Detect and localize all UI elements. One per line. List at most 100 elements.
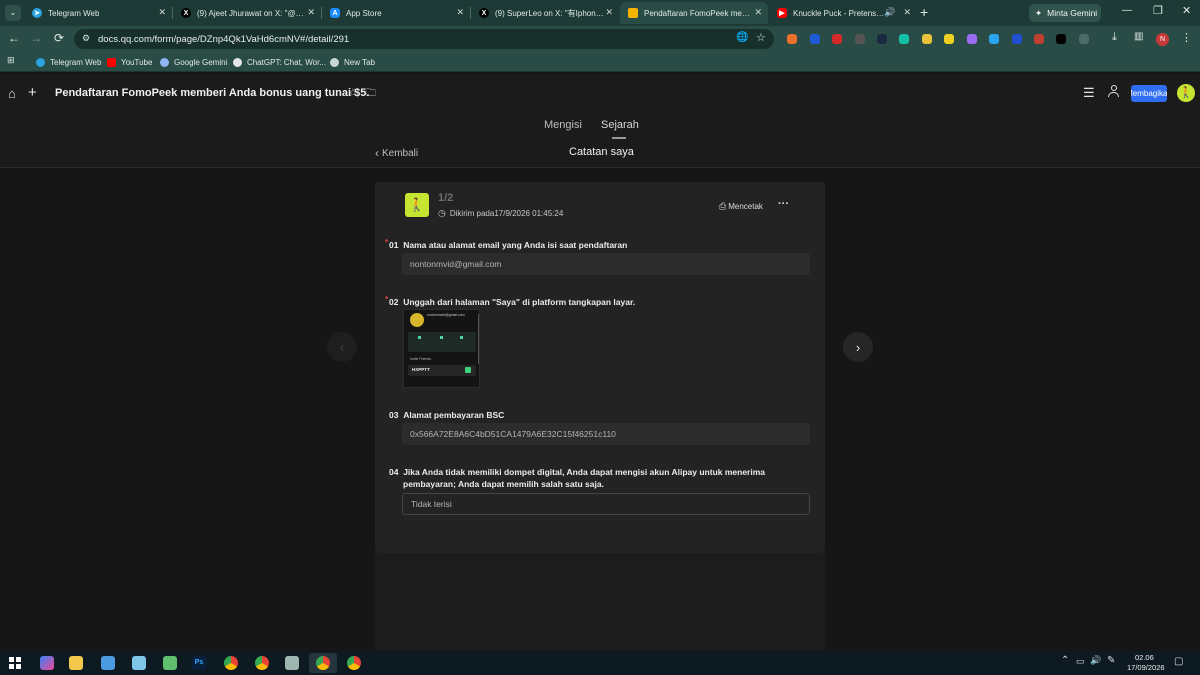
close-tab-icon[interactable]: ✕ <box>903 7 911 18</box>
photoshop-icon[interactable]: Ps <box>192 656 206 670</box>
audio-icon[interactable]: 🔊 <box>884 7 895 18</box>
menu-icon[interactable]: ☰ <box>1083 85 1095 101</box>
tab-mengisi[interactable]: Mengisi <box>544 119 582 131</box>
bookmark-item[interactable]: New Tab <box>330 55 375 69</box>
extension-icon[interactable] <box>855 34 865 44</box>
site-info-icon[interactable]: ⚙ <box>82 33 90 44</box>
star-icon[interactable]: ☆ <box>348 86 358 99</box>
tab-sejarah[interactable]: Sejarah <box>601 119 639 131</box>
folder-icon[interactable]: 🗀 <box>366 86 376 103</box>
page-title: Catatan saya <box>569 146 634 158</box>
card-bottom-area <box>375 553 825 653</box>
bookmark-item[interactable]: Telegram Web <box>36 55 101 69</box>
user-icon[interactable] <box>1108 85 1120 98</box>
file-explorer-icon[interactable] <box>69 656 83 670</box>
back-link[interactable]: ‹ Kembali <box>375 146 418 160</box>
browser-tab-strip: ⌄ ➤ Telegram Web ✕ X (9) Ajeet Jhurawat … <box>0 0 1200 26</box>
answer-field: 0x566A72E8A6C4bD51CA1479A6E32C15f46251c1… <box>402 423 810 445</box>
bookmark-item[interactable]: ChatGPT: Chat, Wor... <box>233 55 326 69</box>
docs-icon <box>628 8 638 18</box>
app-icon[interactable] <box>163 656 177 670</box>
youtube-icon <box>107 57 116 67</box>
browser-tab-active[interactable]: Pendaftaran FomoPeek membe ✕ <box>620 2 768 24</box>
record-index: 1/2 <box>438 192 454 204</box>
browser-tab[interactable]: A App Store ✕ <box>322 2 470 24</box>
clock-date[interactable]: 17/09/2026 <box>1127 663 1165 672</box>
close-window-button[interactable]: ✕ <box>1182 4 1191 17</box>
chrome-menu-icon[interactable]: ⋮ <box>1181 31 1192 44</box>
windows-start-icon[interactable] <box>9 657 21 669</box>
network-icon[interactable]: ▭ <box>1076 656 1085 667</box>
avatar[interactable]: 🚶 <box>1177 84 1195 102</box>
minimize-button[interactable]: — <box>1122 5 1132 16</box>
maximize-button[interactable]: ❐ <box>1153 4 1163 17</box>
gemini-button[interactable]: ✦ Minta Gemini <box>1029 4 1101 22</box>
clock-time[interactable]: 02.06 <box>1135 653 1154 662</box>
x-extension-icon[interactable] <box>1056 34 1066 44</box>
next-record-button[interactable]: › <box>843 332 873 362</box>
thumbnail-email: nontonmvid@gmail.com <box>427 313 465 317</box>
close-tab-icon[interactable]: ✕ <box>158 7 166 18</box>
submitted-time: ◷ Dikirim pada17/9/2026 01:45:24 <box>438 208 564 218</box>
apps-grid-icon[interactable]: ⊞ <box>7 55 15 66</box>
browser-toolbar: ← → ⟳ ⚙ docs.qq.com/form/page/DZnp4Qk1Va… <box>0 26 1200 52</box>
extension-icon[interactable] <box>877 34 887 44</box>
home-icon[interactable]: ⌂ <box>8 86 16 101</box>
browser-tab[interactable]: ➤ Telegram Web ✕ <box>24 2 172 24</box>
sidebar-icon[interactable]: ▥ <box>1134 31 1143 42</box>
app-icon[interactable] <box>285 656 299 670</box>
chrome-icon[interactable] <box>316 656 330 670</box>
chrome-icon[interactable] <box>347 656 361 670</box>
add-icon[interactable]: + <box>28 84 37 101</box>
telegram-icon: ➤ <box>32 8 42 18</box>
browser-tab[interactable]: ▶ Knuckle Puck - Pretense (Of 🔊 ✕ <box>769 2 917 24</box>
chrome-icon[interactable] <box>224 656 238 670</box>
more-options-button[interactable]: ··· <box>778 198 789 210</box>
app-icon[interactable] <box>132 656 146 670</box>
extension-icon[interactable] <box>787 34 797 44</box>
close-tab-icon[interactable]: ✕ <box>754 7 762 18</box>
print-button[interactable]: ⎙ Mencetak <box>719 201 763 212</box>
copilot-icon[interactable] <box>40 656 54 670</box>
download-icon[interactable]: ⤓ <box>1112 31 1117 44</box>
tray-chevron-icon[interactable]: ⌃ <box>1061 655 1069 666</box>
extension-icon[interactable] <box>810 34 820 44</box>
uploaded-screenshot-thumbnail[interactable]: nontonmvid@gmail.com Invite Friends HXPP… <box>403 309 480 388</box>
close-tab-icon[interactable]: ✕ <box>307 7 315 18</box>
forward-arrow-icon[interactable]: → <box>28 31 44 45</box>
extensions-puzzle-icon[interactable] <box>1079 34 1089 44</box>
extension-icon[interactable] <box>1012 34 1022 44</box>
chrome-icon[interactable] <box>255 656 269 670</box>
sub-header: Mengisi Sejarah ‹ Kembali Catatan saya <box>0 113 1200 168</box>
browser-tab[interactable]: X (9) Ajeet Jhurawat on X: "@duc ✕ <box>173 2 321 24</box>
extension-icon[interactable] <box>922 34 932 44</box>
back-arrow-icon[interactable]: ← <box>6 31 22 45</box>
chevron-left-icon: ‹ <box>375 146 379 160</box>
notifications-icon[interactable]: ▢ <box>1174 656 1183 667</box>
share-button[interactable]: Membagikan <box>1131 85 1167 102</box>
new-tab-button[interactable]: + <box>920 4 928 20</box>
extension-icon[interactable] <box>967 34 977 44</box>
document-title: Pendaftaran FomoPeek memberi Anda bonus … <box>55 87 370 99</box>
extension-icon[interactable] <box>1034 34 1044 44</box>
reload-icon[interactable]: ⟳ <box>51 31 67 45</box>
address-bar[interactable]: ⚙ docs.qq.com/form/page/DZnp4Qk1VaHd6cmN… <box>74 29 774 49</box>
translate-icon[interactable]: 🌐 <box>736 32 748 43</box>
browser-tab[interactable]: X (9) SuperLeo on X: "有Iphone的 ✕ <box>471 2 619 24</box>
extension-icon[interactable] <box>989 34 999 44</box>
calculator-icon[interactable] <box>101 656 115 670</box>
adblock-icon[interactable] <box>832 34 842 44</box>
volume-icon[interactable]: 🔊 <box>1090 655 1101 666</box>
profile-avatar[interactable]: N <box>1156 33 1169 46</box>
extension-icon[interactable] <box>899 34 909 44</box>
close-tab-icon[interactable]: ✕ <box>456 7 464 18</box>
bookmark-star-icon[interactable]: ☆ <box>756 31 766 44</box>
extension-icon[interactable] <box>944 34 954 44</box>
tab-search-button[interactable]: ⌄ <box>5 5 21 21</box>
pen-icon[interactable]: ✎ <box>1107 655 1115 666</box>
bookmark-item[interactable]: Google Gemini <box>160 55 227 69</box>
close-tab-icon[interactable]: ✕ <box>605 7 613 18</box>
windows-taskbar: Ps ⌃ ▭ 🔊 ✎ 02.06 17/09/2026 ▢ <box>0 651 1200 675</box>
previous-record-button[interactable]: ‹ <box>327 332 357 362</box>
bookmark-item[interactable]: YouTube <box>107 55 152 69</box>
